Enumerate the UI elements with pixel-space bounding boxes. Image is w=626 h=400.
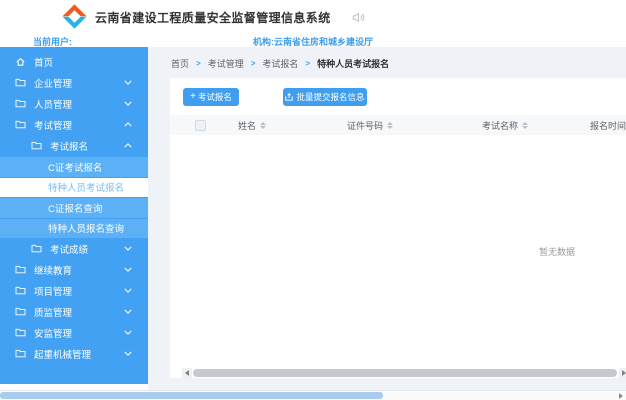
sidebar-item-c-cert-exam-registration[interactable]: C证考试报名 <box>0 157 148 177</box>
user-info-bar: 当前用户: 机构:云南省住房和城乡建设厅 <box>0 33 626 47</box>
breadcrumb-item: 特种人员考试报名 <box>317 57 389 70</box>
breadcrumb: 首页 > 考试管理 > 考试报名 > 特种人员考试报名 <box>171 57 389 70</box>
sidebar-item-c-cert-registration-query[interactable]: C证报名查询 <box>0 198 148 218</box>
breadcrumb-item[interactable]: 首页 <box>171 57 189 70</box>
chevron-up-icon <box>124 122 132 127</box>
folder-icon <box>15 119 27 131</box>
sidebar-menu: 首页企业管理人员管理考试管理考试报名 C证考试报名特种人员考试报名 C证报名查询特种… <box>0 47 148 384</box>
scroll-right-arrow-icon[interactable] <box>619 368 626 378</box>
speaker-icon[interactable] <box>352 10 365 21</box>
chevron-up-icon <box>124 143 132 148</box>
sidebar-item-label: 特种人员报名查询 <box>48 221 124 235</box>
app-window: 云南省建设工程质量安全监督管理信息系统 当前用户: 机构:云南省住房和城乡建设厅… <box>0 0 626 400</box>
folder-icon <box>31 243 43 255</box>
column-header-registration-time[interactable]: 报名时间 <box>590 119 626 132</box>
app-logo-icon <box>61 3 88 30</box>
app-title: 云南省建设工程质量安全监督管理信息系统 <box>95 9 331 26</box>
page-scrollbar-thumb[interactable] <box>0 392 383 399</box>
column-header-label: 姓名 <box>238 119 256 132</box>
sidebar-item-exam-registration[interactable]: 考试报名 <box>0 135 148 156</box>
breadcrumb-separator: > <box>196 59 201 68</box>
sidebar-item-label: 项目管理 <box>34 284 72 298</box>
batch-submit-button[interactable]: 批量提交报名信息 <box>283 88 367 106</box>
select-all-cell <box>170 120 238 131</box>
column-header-id-number[interactable]: 证件号码 <box>347 119 482 132</box>
chevron-down-icon <box>124 288 132 293</box>
sidebar-item-label: C证报名查询 <box>48 201 102 215</box>
scroll-left-arrow-icon[interactable] <box>182 368 192 378</box>
add-exam-registration-button[interactable]: + 考试报名 <box>183 88 239 106</box>
folder-icon <box>31 140 43 152</box>
sidebar-item-continuing-education[interactable]: 继续教育 <box>0 259 148 280</box>
sidebar-item-label: 考试管理 <box>34 118 72 132</box>
column-header-label: 考试名称 <box>482 119 518 132</box>
sort-caret-icon[interactable] <box>260 122 266 129</box>
sidebar-item-label: 继续教育 <box>34 263 72 277</box>
sidebar-item-label: 起重机械管理 <box>34 347 91 361</box>
app-header: 云南省建设工程质量安全监督管理信息系统 <box>0 0 626 33</box>
breadcrumb-separator: > <box>251 59 256 68</box>
sidebar-item-quality-supervision-mgmt[interactable]: 质监管理 <box>0 301 148 322</box>
sidebar-item-label: C证考试报名 <box>48 160 102 174</box>
chevron-down-icon <box>124 246 132 251</box>
chevron-down-icon <box>124 330 132 335</box>
plus-icon: + <box>190 92 196 102</box>
folder-icon <box>15 348 27 360</box>
add-button-label: 考试报名 <box>198 91 232 103</box>
sidebar-item-label: 安监管理 <box>34 326 72 340</box>
sidebar-item-special-personnel-exam-registration[interactable]: 特种人员考试报名 <box>0 178 148 198</box>
sidebar-item-label: 考试报名 <box>50 139 88 153</box>
chevron-down-icon <box>124 267 132 272</box>
breadcrumb-item[interactable]: 考试报名 <box>262 57 298 70</box>
batch-button-label: 批量提交报名信息 <box>296 91 364 103</box>
page-scroll-right-arrow-icon[interactable] <box>619 393 623 399</box>
content-card: + 考试报名 批量提交报名信息 姓名 证件号码 考试名称 报名时间 暂无数据 <box>170 78 626 378</box>
sidebar-item-enterprise-mgmt[interactable]: 企业管理 <box>0 72 148 93</box>
folder-icon <box>15 98 27 110</box>
sidebar-item-exam-results[interactable]: 考试成绩 <box>0 238 148 259</box>
sidebar-item-label: 首页 <box>34 55 53 69</box>
column-header-exam-name[interactable]: 考试名称 <box>482 119 590 132</box>
sidebar-item-label: 特种人员考试报名 <box>48 180 124 194</box>
sidebar-item-personnel-mgmt[interactable]: 人员管理 <box>0 93 148 114</box>
sidebar-item-label: 人员管理 <box>34 97 72 111</box>
sidebar-item-special-personnel-registration-query[interactable]: 特种人员报名查询 <box>0 219 148 239</box>
horizontal-scrollbar-thumb[interactable] <box>193 369 617 377</box>
folder-icon <box>15 285 27 297</box>
column-header-name[interactable]: 姓名 <box>238 119 347 132</box>
upload-icon <box>285 93 293 101</box>
sort-caret-icon[interactable] <box>522 122 528 129</box>
breadcrumb-separator: > <box>305 59 310 68</box>
chevron-down-icon <box>124 101 132 106</box>
chevron-down-icon <box>124 351 132 356</box>
sidebar-item-lifting-machinery-mgmt[interactable]: 起重机械管理 <box>0 343 148 364</box>
column-header-label: 报名时间 <box>590 119 626 132</box>
table-horizontal-scrollbar <box>170 368 626 378</box>
folder-icon <box>15 264 27 276</box>
select-all-checkbox[interactable] <box>195 120 206 131</box>
breadcrumb-item[interactable]: 考试管理 <box>208 57 244 70</box>
sidebar-item-project-mgmt[interactable]: 项目管理 <box>0 280 148 301</box>
folder-icon <box>15 306 27 318</box>
folder-icon <box>15 327 27 339</box>
sort-caret-icon[interactable] <box>387 122 393 129</box>
sidebar-item-label: 考试成绩 <box>50 242 88 256</box>
column-header-label: 证件号码 <box>347 119 383 132</box>
sidebar-item-label: 质监管理 <box>34 305 72 319</box>
sidebar-item-exam-mgmt[interactable]: 考试管理 <box>0 114 148 135</box>
chevron-down-icon <box>124 309 132 314</box>
sidebar-item-label: 企业管理 <box>34 76 72 90</box>
table-header-row: 姓名 证件号码 考试名称 报名时间 <box>170 115 626 135</box>
home-icon <box>15 56 27 68</box>
sidebar-item-safety-supervision-mgmt[interactable]: 安监管理 <box>0 322 148 343</box>
sidebar-item-home[interactable]: 首页 <box>0 51 148 72</box>
folder-icon <box>15 77 27 89</box>
empty-data-text: 暂无数据 <box>526 245 588 258</box>
page-horizontal-scrollbar <box>0 390 626 400</box>
chevron-down-icon <box>124 80 132 85</box>
